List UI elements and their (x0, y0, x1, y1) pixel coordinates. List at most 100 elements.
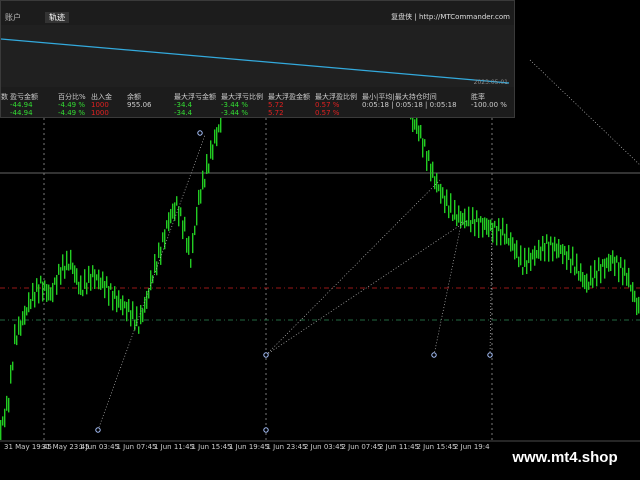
candle (64, 265, 66, 279)
candle (602, 259, 604, 267)
stats-r2-col-6: -3.44 % (221, 109, 248, 117)
candle (92, 265, 94, 278)
candle (432, 161, 434, 178)
candle (60, 267, 62, 285)
trade-marker (431, 352, 437, 358)
candle (512, 237, 514, 251)
candle (10, 364, 12, 384)
candle (590, 265, 592, 286)
candle (612, 250, 614, 264)
candle (196, 206, 198, 226)
candle (126, 301, 128, 322)
candle (80, 275, 82, 296)
candle (204, 178, 206, 188)
brand-label[interactable]: 复盘侠 | http://MTCommander.com (391, 12, 510, 22)
candle (478, 218, 480, 238)
candle (8, 397, 10, 413)
candle (628, 267, 630, 288)
candle (26, 307, 28, 316)
candle (414, 119, 416, 130)
candle (88, 265, 90, 283)
candle (490, 219, 492, 231)
candle (594, 260, 596, 279)
candle (46, 284, 48, 302)
candle (56, 274, 58, 295)
candle (192, 233, 194, 254)
candle (430, 163, 432, 182)
stats-r1-col-2: -4.49 % (58, 101, 85, 109)
candle (32, 282, 34, 302)
candle (418, 125, 420, 142)
candle (416, 116, 418, 134)
candle (624, 259, 626, 276)
candle (20, 320, 22, 336)
candle (604, 258, 606, 279)
time-axis-label: 2 Jun 15:45 (416, 443, 457, 451)
candle (82, 289, 84, 297)
candle (172, 203, 174, 219)
candle (608, 253, 610, 272)
candle (142, 308, 144, 323)
candle (438, 184, 440, 192)
equity-date: 2023.05.01 (473, 79, 508, 86)
candle (58, 263, 60, 275)
candle (134, 319, 136, 331)
trade-line (97, 134, 206, 431)
stats-r1-col-10: -100.00 % (471, 101, 507, 109)
candle (128, 299, 130, 313)
tab-trajectory[interactable]: 轨迹 (45, 12, 69, 23)
candle (40, 275, 42, 284)
candle (518, 256, 520, 268)
candle (488, 219, 490, 238)
candle (442, 187, 444, 199)
candle (468, 206, 470, 227)
candle (160, 246, 162, 265)
trade-line (433, 219, 463, 356)
candle (154, 254, 156, 274)
candle (492, 222, 494, 243)
time-axis-label: 1 Jun 19:45 (229, 443, 270, 451)
candle (580, 263, 582, 282)
stats-r1-col-3: 1000 (91, 101, 109, 109)
candle (546, 234, 548, 244)
candle (532, 249, 534, 260)
stats-r2-col-7: 5.72 (268, 109, 284, 117)
stats-r1-col-6: -3.44 % (221, 101, 248, 109)
candle (110, 283, 112, 290)
candle (578, 270, 580, 281)
candle (584, 275, 586, 290)
stats-r1-col-1: -44.94 (10, 101, 33, 109)
candle (440, 183, 442, 204)
stats-r1-col-7: 5.72 (268, 101, 284, 109)
candle (614, 256, 616, 277)
candle (556, 243, 558, 259)
candle (36, 278, 38, 292)
candle (558, 239, 560, 258)
stats-r1-col-4: 955.06 (127, 101, 152, 109)
candle (130, 310, 132, 327)
candle (564, 245, 566, 256)
candle (190, 258, 192, 268)
time-axis-label: 2 Jun 11:45 (379, 443, 420, 451)
candle (4, 408, 6, 428)
candle (2, 416, 4, 426)
candle (6, 395, 8, 411)
candle (44, 280, 46, 291)
candle (136, 306, 138, 327)
candle (500, 229, 502, 246)
watermark: www.mt4.shop (490, 444, 640, 472)
candle (218, 124, 220, 133)
candle (132, 301, 134, 320)
candle (484, 217, 486, 230)
candle (454, 199, 456, 220)
tab-account[interactable]: 账户 (1, 12, 25, 23)
candle (570, 258, 572, 274)
candle (434, 176, 436, 190)
candle (150, 270, 152, 291)
candle (104, 281, 106, 299)
candle (530, 252, 532, 271)
candle (162, 232, 164, 243)
candle (84, 269, 86, 289)
candle (62, 254, 64, 271)
candle (576, 253, 578, 274)
